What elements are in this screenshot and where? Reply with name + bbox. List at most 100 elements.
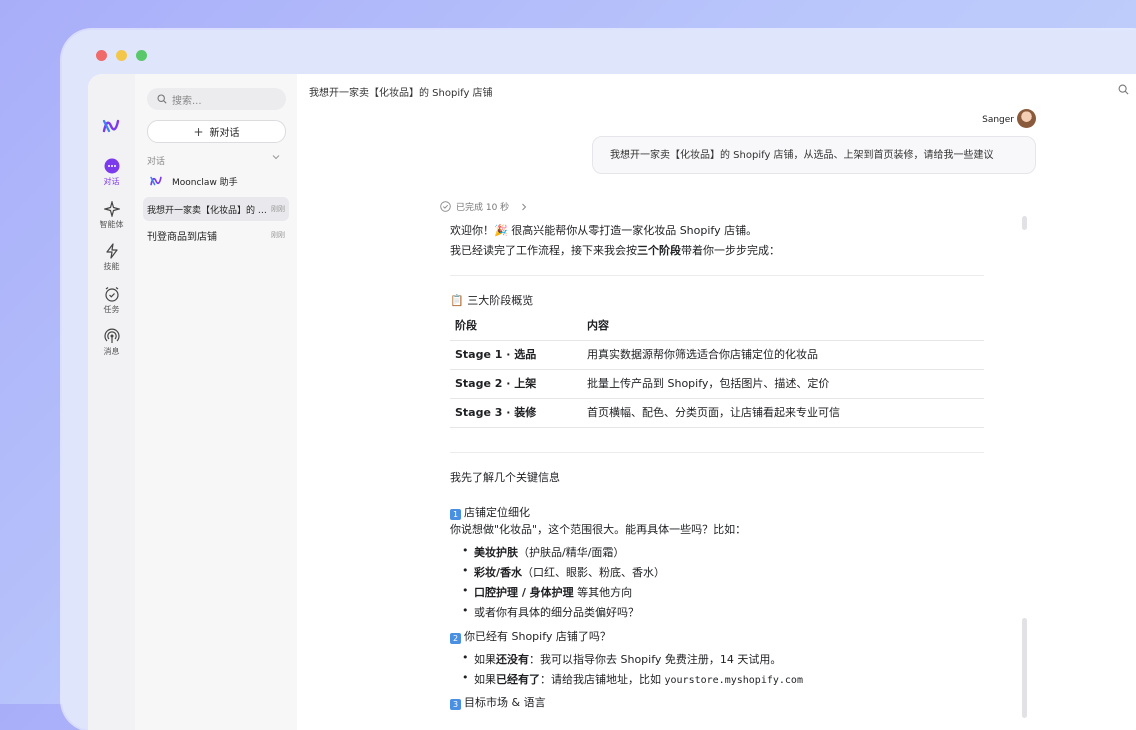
- reply-intro-2: 我已经读完了工作流程，接下来我会按三个阶段带着你一步步完成：: [450, 242, 780, 258]
- key-info-heading: 我先了解几个关键信息: [450, 471, 560, 484]
- overview-heading: 📋 三大阶段概览: [450, 294, 534, 307]
- list-item: 或者你有具体的细分品类偏好吗？: [462, 604, 639, 620]
- list-item: 如果已经有了：请给我店铺地址，比如 yourstore.myshopify.co…: [462, 671, 803, 687]
- search-input[interactable]: 搜索...: [147, 88, 286, 110]
- chevron-down-icon[interactable]: [272, 153, 280, 161]
- text: （口红、眼影、粉底、香水）: [522, 566, 666, 579]
- sidebar-item-time: 刚刚: [271, 205, 285, 213]
- table-cell: 用真实数据源帮你筛选适合你店铺定位的化妆品: [587, 348, 818, 361]
- text: 如果: [474, 673, 496, 686]
- sidebar-item-title: 刊登商品到店铺: [147, 231, 217, 243]
- app-window: 对话 智能体 技能 任务 消息 搜索... + 新对话 对话 Moonclaw …: [62, 30, 1136, 730]
- maximize-window-button[interactable]: [136, 50, 147, 61]
- table-row: Stage 3 · 装修 首页横幅、配色、分类页面，让店铺看起来专业可信: [450, 398, 984, 428]
- sidebar-item-listing[interactable]: 刊登商品到店铺 刚刚: [143, 223, 289, 247]
- text: ：我可以指导你去 Shopify 免费注册，14 天试用。: [529, 653, 782, 666]
- number-3-icon: 3: [450, 699, 461, 710]
- sidebar-item-title: Moonclaw 助手: [172, 177, 238, 188]
- text: 如果: [474, 653, 496, 666]
- alarm-clock-icon: [104, 287, 119, 302]
- scrollbar-thumb[interactable]: [1022, 618, 1027, 718]
- user-name: Sanger: [982, 115, 1014, 125]
- table-cell: Stage 2 · 上架: [455, 377, 537, 390]
- sidebar-item-title: 我想开一家卖【化妆品】的 Shopify 店铺: [147, 205, 271, 216]
- text: 你已经有 Shopify 店铺了吗？: [464, 630, 611, 643]
- text: （护肤品/精华/面霜）: [518, 546, 625, 559]
- text: 带着你一步步完成：: [681, 244, 780, 257]
- number-1-icon: 1: [450, 509, 461, 520]
- rail-item-messages[interactable]: 消息: [88, 328, 135, 357]
- rail-label: 任务: [103, 305, 120, 314]
- check-circle-icon: [440, 201, 451, 212]
- lightning-icon: [105, 243, 118, 259]
- question-3-title: 3 目标市场 & 语言: [450, 694, 546, 710]
- rail-label: 消息: [103, 347, 120, 356]
- minimize-window-button[interactable]: [116, 50, 127, 61]
- search-icon[interactable]: [1118, 84, 1129, 95]
- chat-main: 我想开一家卖【化妆品】的 Shopify 店铺 Sanger 我想开一家卖【化妆…: [297, 74, 1136, 730]
- text: 我已经读完了工作流程，接下来我会按: [450, 244, 637, 257]
- table-cell: Stage 3 · 装修: [455, 406, 537, 419]
- search-placeholder: 搜索...: [172, 95, 202, 107]
- sparkle-icon: [103, 201, 120, 217]
- app-body: 对话 智能体 技能 任务 消息 搜索... + 新对话 对话 Moonclaw …: [88, 74, 1136, 730]
- new-chat-button[interactable]: + 新对话: [147, 120, 286, 143]
- table-row: Stage 2 · 上架 批量上传产品到 Shopify，包括图片、描述、定价: [450, 369, 984, 399]
- chat-bubble-icon: [104, 158, 119, 174]
- list-item: 美妆护肤（护肤品/精华/面霜）: [462, 544, 625, 560]
- question-1-text: 你说想做"化妆品"，这个范围很大。能再具体一些吗？比如：: [450, 523, 747, 536]
- scrollbar-thumb-top[interactable]: [1022, 216, 1027, 230]
- status-text: 已完成 10 秒: [456, 203, 510, 213]
- divider: [450, 275, 984, 276]
- reply-intro: 欢迎你！🎉 很高兴能帮你从零打造一家化妆品 Shopify 店铺。: [450, 224, 758, 237]
- rail-item-agents[interactable]: 智能体: [88, 201, 135, 230]
- table-cell: 批量上传产品到 Shopify，包括图片、描述、定价: [587, 377, 830, 390]
- new-chat-label: 新对话: [209, 128, 240, 139]
- question-1-title: 1 店铺定位细化: [450, 504, 530, 520]
- text: 等其他方向: [573, 586, 633, 599]
- divider: [450, 452, 984, 453]
- close-window-button[interactable]: [96, 50, 107, 61]
- moonclaw-logo-icon: [101, 116, 121, 140]
- table-header: 阶段: [455, 319, 477, 332]
- text: ：请给我店铺地址，比如: [540, 673, 661, 686]
- user-message-bubble: 我想开一家卖【化妆品】的 Shopify 店铺，从选品、上架到首页装修，请给我一…: [592, 136, 1036, 174]
- section-label: 对话: [147, 157, 166, 167]
- icon-rail: 对话 智能体 技能 任务 消息: [88, 74, 136, 730]
- plus-icon: +: [193, 124, 204, 139]
- user-avatar: [1017, 109, 1036, 128]
- list-item: 口腔护理 / 身体护理 等其他方向: [462, 584, 633, 600]
- text: 或者你有具体的细分品类偏好吗？: [474, 606, 639, 619]
- table-row: Stage 1 · 选品 用真实数据源帮你筛选适合你店铺定位的化妆品: [450, 340, 984, 370]
- number-2-icon: 2: [450, 633, 461, 644]
- sidebar-item-shopify-chat[interactable]: 我想开一家卖【化妆品】的 Shopify 店铺 刚刚: [143, 197, 289, 221]
- text: 店铺定位细化: [464, 506, 530, 519]
- bold-text: 美妆护肤: [474, 546, 518, 559]
- chevron-right-icon: [522, 203, 527, 210]
- search-icon: [157, 94, 167, 104]
- moonclaw-logo-icon: [150, 176, 162, 186]
- rail-label: 对话: [103, 177, 120, 186]
- rail-item-tasks[interactable]: 任务: [88, 286, 135, 315]
- table-header: 内容: [587, 319, 609, 332]
- rail-item-skills[interactable]: 技能: [88, 243, 135, 272]
- window-controls: [96, 50, 147, 61]
- list-item: 彩妆/香水（口红、眼影、粉底、香水）: [462, 564, 666, 580]
- rail-label: 智能体: [99, 220, 124, 229]
- rail-item-chat[interactable]: 对话: [88, 158, 135, 187]
- question-2-title: 2 你已经有 Shopify 店铺了吗？: [450, 628, 611, 644]
- antenna-icon: [103, 328, 120, 343]
- rail-label: 技能: [103, 262, 120, 271]
- text: 目标市场 & 语言: [464, 696, 546, 709]
- top-toolbar: [1118, 84, 1136, 95]
- table-cell: Stage 1 · 选品: [455, 348, 537, 361]
- bold-text: 彩妆/香水: [474, 566, 523, 579]
- page-title: 我想开一家卖【化妆品】的 Shopify 店铺: [309, 88, 493, 99]
- inline-code: yourstore.myshopify.com: [664, 675, 803, 686]
- table-cell: 首页横幅、配色、分类页面，让店铺看起来专业可信: [587, 406, 840, 419]
- bold-text: 口腔护理 / 身体护理: [474, 586, 574, 599]
- sidebar-item-assistant[interactable]: Moonclaw 助手: [143, 169, 289, 193]
- reasoning-status[interactable]: 已完成 10 秒: [440, 200, 528, 213]
- list-item: 如果还没有：我可以指导你去 Shopify 免费注册，14 天试用。: [462, 651, 782, 667]
- bold-text: 三个阶段: [637, 244, 681, 257]
